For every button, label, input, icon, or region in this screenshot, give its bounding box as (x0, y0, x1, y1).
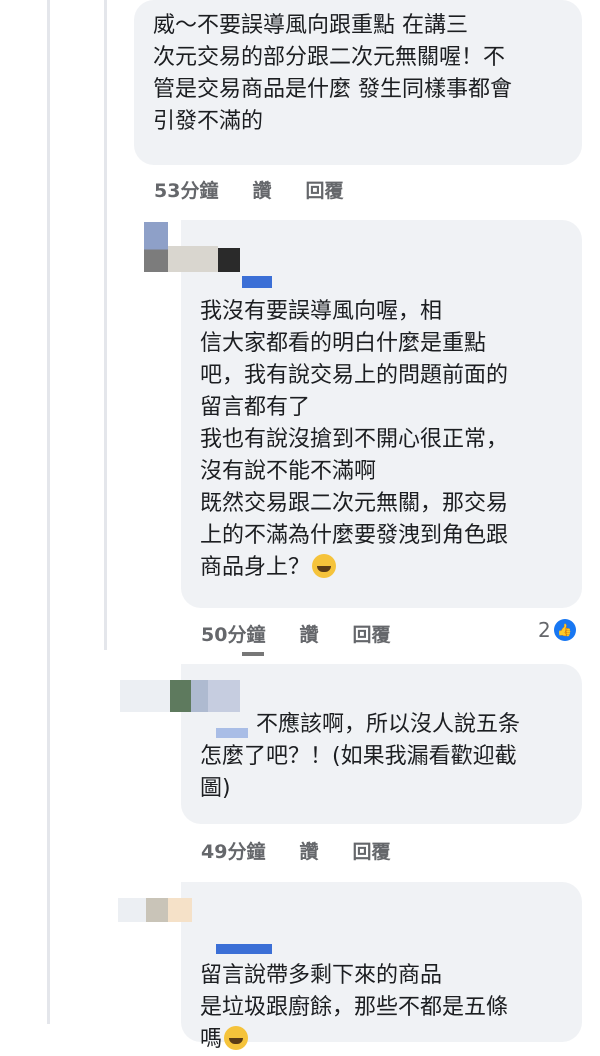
avatar-blur (144, 222, 168, 272)
comment-text: 不應該啊，所以沒人說五条 怎麼了吧？！(如果我漏看歡迎截 圖) (200, 712, 521, 801)
like-button[interactable]: 讚 (252, 176, 271, 203)
comment-meta: 49分鐘 讚 回覆 (201, 837, 390, 864)
reply-button[interactable]: 回覆 (352, 837, 390, 864)
comment-text: 我沒有要誤導風向喔，相 信大家都看的明白什麼是重點 吧，我有說交易上的問題前面的… (200, 264, 508, 584)
comment-meta: 53分鐘 讚 回覆 (154, 176, 343, 203)
rofl-emoji-icon (312, 554, 337, 578)
avatar-blur (168, 898, 192, 922)
timestamp[interactable]: 50分鐘 (201, 620, 265, 647)
rofl-emoji-icon (224, 1026, 249, 1050)
divider-blur (242, 652, 264, 656)
comment-meta: 50分鐘 讚 回覆 (201, 620, 390, 647)
thread-line-outer (47, 0, 50, 1024)
avatar-blur (208, 680, 240, 712)
reaction-count: 2 (538, 618, 551, 642)
avatar (146, 898, 168, 922)
reaction-summary[interactable]: 2 👍 (538, 618, 576, 642)
thread-line-inner (104, 0, 107, 650)
avatar-blur (170, 680, 208, 712)
reply-button[interactable]: 回覆 (352, 620, 390, 647)
comment-text: 威～不要誤導風向跟重點 在講三 次元交易的部分跟二次元無關喔！不 管是交易商品是… (153, 13, 512, 134)
like-button[interactable]: 讚 (299, 837, 318, 864)
like-button[interactable]: 讚 (299, 620, 318, 647)
timestamp[interactable]: 49分鐘 (201, 837, 265, 864)
avatar-blur (118, 898, 146, 922)
comment-text: 留言說帶多剩下來的商品 是垃圾跟廚餘，那些不都是五條 嗎 (200, 928, 508, 1056)
comment-text-body: 我沒有要誤導風向喔，相 信大家都看的明白什麼是重點 吧，我有說交易上的問題前面的… (200, 299, 509, 580)
like-icon: 👍 (553, 619, 576, 641)
timestamp[interactable]: 53分鐘 (154, 176, 218, 203)
avatar-blur (120, 680, 170, 712)
reply-button[interactable]: 回覆 (305, 176, 343, 203)
